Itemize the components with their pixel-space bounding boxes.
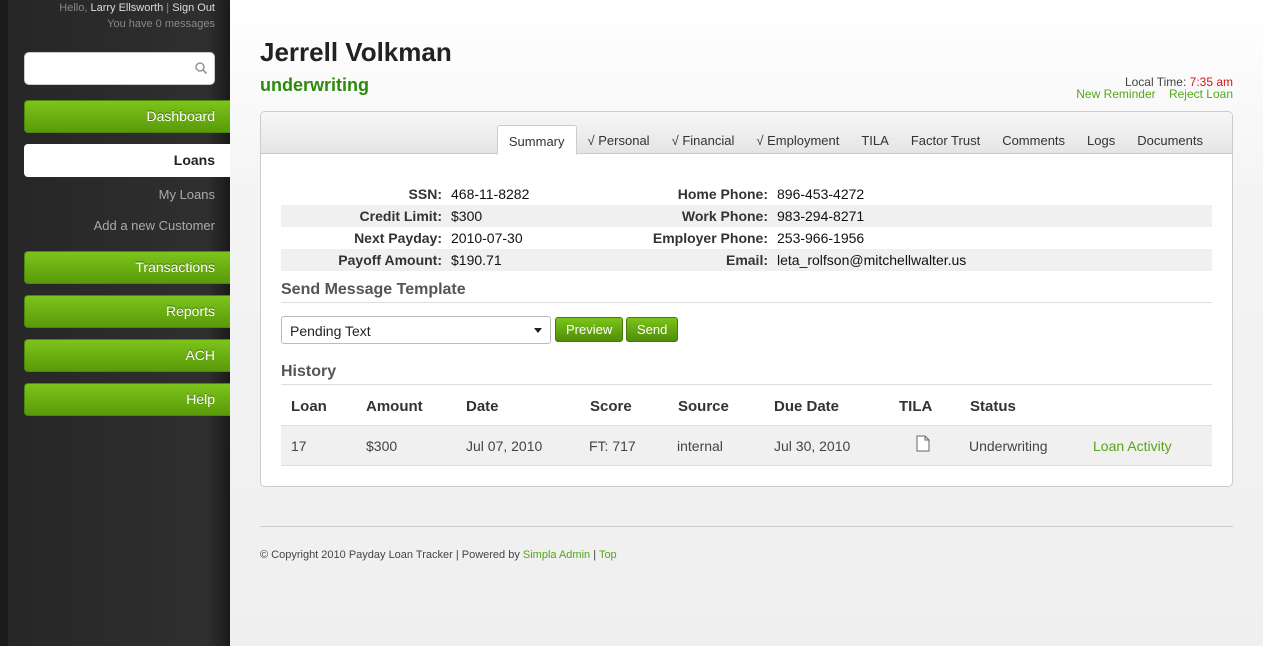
search-icon[interactable]: [194, 61, 208, 75]
history-table-header: Loan Amount Date Score Source Due Date T…: [281, 386, 1212, 426]
send-message-title: Send Message Template: [281, 281, 466, 298]
divider: [281, 384, 1212, 385]
info-row: Credit Limit: $300 Work Phone: 983-294-8…: [281, 205, 1212, 227]
column-header: Status: [970, 398, 1016, 415]
history-title: History: [281, 363, 337, 380]
column-header: Amount: [366, 398, 423, 415]
nav-ach[interactable]: ACH: [24, 339, 230, 372]
ssn-label: SSN:: [408, 186, 442, 202]
credit-limit-label: Credit Limit:: [359, 208, 442, 224]
status-cell: Underwriting: [969, 438, 1048, 454]
ssn-value: 468-11-8282: [451, 186, 530, 202]
document-icon[interactable]: [916, 435, 930, 452]
search-input[interactable]: [24, 52, 215, 85]
next-payday-label: Next Payday:: [354, 230, 442, 246]
table-row: 17 $300 Jul 07, 2010 FT: 717 internal Ju…: [281, 426, 1212, 466]
payoff-amount-value: $190.71: [451, 252, 502, 268]
tab-employment[interactable]: √ Employment: [745, 125, 850, 154]
tab-documents[interactable]: Documents: [1126, 125, 1214, 154]
tab-factor-trust[interactable]: Factor Trust: [900, 125, 991, 154]
panel-header: Summary √ Personal √ Financial √ Employm…: [261, 112, 1232, 155]
tab-tila[interactable]: TILA: [850, 125, 899, 154]
nav-add-customer[interactable]: Add a new Customer: [94, 218, 215, 233]
column-header: Loan: [291, 398, 327, 415]
info-row: Payoff Amount: $190.71 Email: leta_rolfs…: [281, 249, 1212, 271]
nav-reports[interactable]: Reports: [24, 295, 230, 328]
copyright-text: © Copyright 2010 Payday Loan Tracker | P…: [260, 549, 520, 561]
column-header: Date: [466, 398, 499, 415]
due-date-cell: Jul 30, 2010: [774, 438, 851, 454]
tab-financial[interactable]: √ Financial: [661, 125, 746, 154]
page-title: Jerrell Volkman: [260, 37, 452, 67]
nav-my-loans[interactable]: My Loans: [159, 187, 215, 202]
preview-button[interactable]: Preview: [555, 317, 624, 342]
next-payday-value: 2010-07-30: [451, 230, 523, 246]
simpla-admin-link[interactable]: Simpla Admin: [523, 549, 590, 561]
reject-loan-link[interactable]: Reject Loan: [1169, 87, 1233, 101]
chevron-down-icon: [534, 328, 542, 333]
loan-activity-link[interactable]: Loan Activity: [1093, 438, 1172, 454]
payoff-amount-label: Payoff Amount:: [338, 252, 442, 268]
tab-logs[interactable]: Logs: [1076, 125, 1126, 154]
tab-personal[interactable]: √ Personal: [577, 125, 661, 154]
top-link[interactable]: Top: [599, 549, 617, 561]
loan-cell: 17: [291, 438, 307, 454]
nav-dashboard[interactable]: Dashboard: [24, 100, 230, 133]
selected-template: Pending Text: [290, 323, 371, 339]
user-greeting: Hello, Larry Ellsworth | Sign Out You ha…: [59, 0, 215, 32]
user-name-link[interactable]: Larry Ellsworth: [90, 2, 163, 14]
tab-summary[interactable]: Summary: [496, 125, 577, 155]
separator: |: [166, 2, 170, 14]
column-header: TILA: [899, 398, 933, 415]
nav-help[interactable]: Help: [24, 383, 230, 416]
work-phone-label: Work Phone:: [681, 208, 768, 224]
amount-cell: $300: [366, 438, 398, 454]
send-button[interactable]: Send: [626, 317, 679, 342]
divider: [281, 302, 1212, 303]
footer-separator: |: [593, 549, 597, 561]
source-cell: internal: [677, 438, 723, 454]
page-actions: New Reminder Reject Loan: [1066, 87, 1233, 101]
home-phone-label: Home Phone:: [677, 186, 768, 202]
email-value: leta_rolfson@mitchellwalter.us: [777, 252, 967, 268]
nav-transactions[interactable]: Transactions: [24, 251, 230, 284]
customer-panel: Summary √ Personal √ Financial √ Employm…: [260, 111, 1233, 487]
sign-out-link[interactable]: Sign Out: [172, 2, 215, 14]
employer-phone-value: 253-966-1956: [777, 230, 865, 246]
messages-link[interactable]: You have 0 messages: [59, 16, 215, 32]
employer-phone-label: Employer Phone:: [652, 230, 768, 246]
footer-divider: [260, 526, 1233, 527]
message-template-select[interactable]: Pending Text: [281, 316, 551, 344]
column-header: Score: [590, 398, 632, 415]
column-header: Source: [678, 398, 729, 415]
loan-status-title: underwriting: [260, 75, 369, 95]
info-row: SSN: 468-11-8282 Home Phone: 896-453-427…: [281, 183, 1212, 205]
tab-comments[interactable]: Comments: [991, 125, 1076, 154]
score-cell: FT: 717: [589, 438, 636, 454]
greeting-text: Hello,: [59, 2, 88, 14]
credit-limit-value: $300: [451, 208, 483, 224]
column-header: Due Date: [774, 398, 840, 415]
sidebar: Hello, Larry Ellsworth | Sign Out You ha…: [0, 0, 230, 646]
footer: © Copyright 2010 Payday Loan Tracker | P…: [260, 549, 617, 561]
main-content: Jerrell Volkman underwriting Local Time:…: [230, 0, 1263, 646]
email-label: Email:: [725, 252, 768, 268]
home-phone-value: 896-453-4272: [777, 186, 865, 202]
nav-loans[interactable]: Loans: [24, 144, 230, 177]
work-phone-value: 983-294-8271: [777, 208, 865, 224]
new-reminder-link[interactable]: New Reminder: [1076, 87, 1155, 101]
info-row: Next Payday: 2010-07-30 Employer Phone: …: [281, 227, 1212, 249]
tab-bar: Summary √ Personal √ Financial √ Employm…: [496, 125, 1214, 155]
date-cell: Jul 07, 2010: [466, 438, 543, 454]
